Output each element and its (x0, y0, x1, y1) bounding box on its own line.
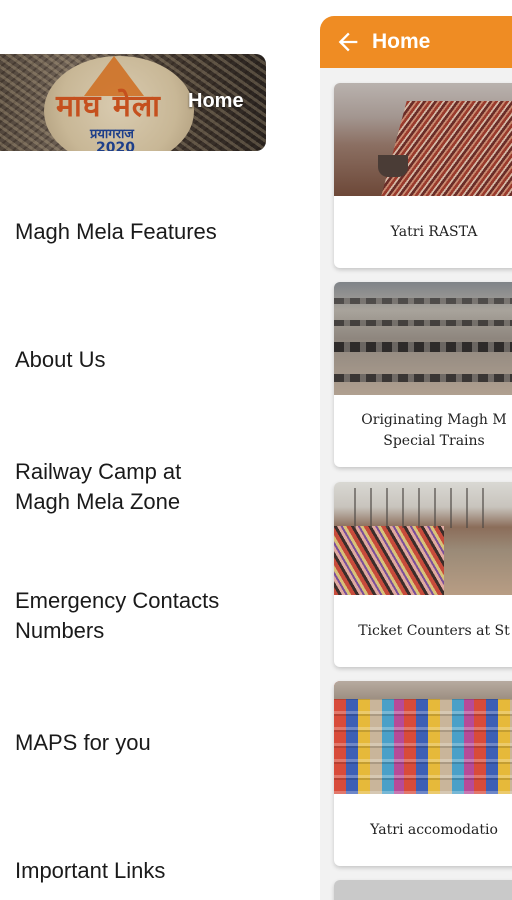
card-image (334, 482, 512, 595)
app-bar: Home (320, 16, 512, 68)
card-image (334, 681, 512, 794)
card-ticket-counters[interactable]: Ticket Counters at St (334, 482, 512, 667)
menu-item-magh-mela-features[interactable]: Magh Mela Features (15, 217, 275, 247)
drawer-header-banner[interactable]: माघ मेला प्रयागराज 2020 Home (0, 54, 266, 151)
card-caption: Yatri accomodatio (370, 821, 498, 838)
drawer-home-label[interactable]: Home (188, 90, 244, 113)
logo-year: 2020 (96, 140, 135, 151)
navigation-drawer: माघ मेला प्रयागराज 2020 Home Magh Mela F… (0, 0, 284, 900)
menu-item-maps[interactable]: MAPS for you (15, 728, 275, 758)
app-bar-title: Home (372, 30, 431, 53)
menu-item-railway-camp[interactable]: Railway Camp at Magh Mela Zone (15, 457, 275, 517)
card-image (334, 282, 512, 395)
card-special-trains[interactable]: Originating Magh M Special Trains (334, 282, 512, 467)
card-caption: Yatri RASTA (390, 223, 478, 240)
arrow-left-icon[interactable] (334, 28, 362, 56)
card-yatri-accomodation[interactable]: Yatri accomodatio (334, 681, 512, 866)
card-partial[interactable] (334, 880, 512, 900)
card-yatri-rasta[interactable]: Yatri RASTA (334, 83, 512, 268)
card-image (334, 880, 512, 900)
menu-item-important-links[interactable]: Important Links (15, 856, 275, 886)
logo-text: माघ मेला (56, 89, 161, 124)
card-image (334, 83, 512, 196)
menu-item-emergency-contacts[interactable]: Emergency Contacts Numbers (15, 586, 275, 646)
card-caption: Ticket Counters at St (358, 622, 510, 639)
card-caption: Originating Magh M Special Trains (361, 412, 507, 449)
menu-item-about-us[interactable]: About Us (15, 345, 275, 375)
home-content: Home Yatri RASTA Originating Magh M Spec… (320, 16, 512, 900)
